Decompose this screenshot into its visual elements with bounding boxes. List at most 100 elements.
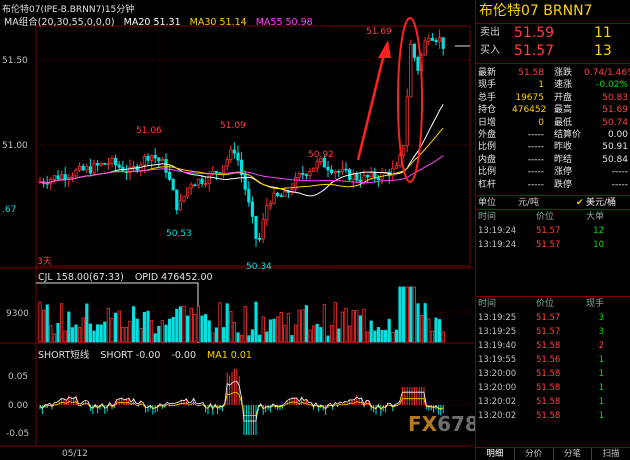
candle-body [175,189,179,211]
kline-chart[interactable]: 51.50 51.00 .67 51.69 51.06 51.09 50.92 50.53 50… [0,0,474,460]
volume-bar [286,312,291,343]
candle-body [60,174,64,180]
chart-area[interactable]: 51.50 51.00 .67 51.69 51.06 51.09 50.92 50.53 50… [0,0,546,460]
candle-body [333,170,337,174]
trade-time: 13:20:00 [478,368,517,379]
instrument-title: 布伦特07 BRNN7 [476,0,630,24]
stat-value: ----- [527,129,544,140]
trade-header-time: 时间 [478,298,497,309]
trade-row[interactable]: 13:20:00 51.58 1 [476,367,630,381]
price-annotation: 51.09 [220,121,246,131]
stat-row: 比例 ----- 涨停 ----- [476,166,630,178]
trade-row[interactable]: 13:19:25 51.57 3 [476,311,630,325]
volume-bar [139,327,143,343]
candle-body [225,159,229,167]
trade-row[interactable]: 13:19:25 51.57 3 [476,325,630,339]
stat-row: 外盘 ----- 结算价 0.00 [476,129,630,141]
trade-row[interactable]: 13:20:02 51.58 1 [476,395,630,409]
big-header-vol: 大单 [585,211,604,222]
volume-bar [394,329,399,343]
volume-bar [182,305,186,343]
tab-detail[interactable]: 明细 [476,448,515,460]
trade-volume: 1 [598,382,604,393]
unit-option-usd[interactable]: 美元/桶 [586,196,616,211]
candle-body [376,177,381,181]
unit-option-yuan[interactable]: 元/吨 [518,196,539,211]
volume-bar [142,312,146,343]
candle-body [63,174,67,180]
volume-bar [171,316,175,343]
volume-bar [189,307,193,343]
candle-body [326,166,330,171]
unit-bar: 单位 元/吨 ✔ 美元/桶 [476,194,630,211]
volume-axis-label: 9300 [6,309,29,319]
trade-volume: 3 [598,312,604,323]
trade-price: 51.58 [536,368,561,379]
short-value2: -0.00 [171,350,196,361]
trade-row[interactable]: 13:20:00 51.58 1 [476,381,630,395]
price-axis-label: 51.50 [2,56,28,66]
volume-bar [257,334,262,343]
volume-bar [203,314,208,343]
big-trades-header: 时间 价位 大单 [476,210,630,224]
stat-label: 内盘 [478,154,497,165]
candle-body [405,96,409,146]
volume-bar [250,329,254,343]
candle-body [117,164,121,168]
candle-body [142,155,146,166]
trade-row[interactable]: 13:19:40 51.58 2 [476,339,630,353]
candle-body [247,188,251,203]
candle-body [315,161,319,169]
ma30-legend: MA30 51.14 [189,17,247,28]
candle-body [437,37,442,42]
stat-label: 外盘 [478,129,497,140]
candle-body [394,165,399,169]
candle-body [182,195,186,202]
ask-row[interactable]: 卖出 51.59 11 [476,24,630,42]
candle-body [365,174,370,178]
volume-bar [247,335,251,343]
trade-time: 13:19:25 [478,312,517,323]
candle-body [275,192,280,197]
volume-bar [311,325,316,343]
candle-body [283,190,287,197]
volume-bar [149,320,154,343]
stat-label: 昨结 [554,154,573,165]
tab-ticks[interactable]: 分笔 [554,448,593,460]
trade-row[interactable]: 13:20:02 51.58 1 [476,409,630,423]
tab-price-dist[interactable]: 分价 [515,448,554,460]
stats-grid: 最新 51.58 涨跌 0.74/1.46% 现手 1 速涨 -0.02% 总手 19675 开盘 5… [476,67,630,191]
trade-row[interactable]: 13:19:55 51.56 1 [476,353,630,367]
trade-volume: 1 [598,396,604,407]
ask-qty: 11 [594,25,612,41]
quote-panel: 布伦特07 BRNN7 卖出 51.59 11 买入 51.57 13 最新 51… [475,0,630,460]
volume-bar [412,286,417,343]
stat-label: 最高 [554,105,573,116]
candle-body [56,175,60,180]
volume-bar [398,286,402,343]
volume-bar [293,324,298,343]
checkmark-icon: ✔ [576,197,584,208]
trade-row[interactable]: 13:19:24 51.57 10 [476,238,630,252]
unit-label: 单位 [478,197,497,208]
volume-bar [437,319,442,343]
stat-value: ----- [527,154,544,165]
volume-bar [128,320,132,343]
tab-scan[interactable]: 扫描 [592,448,630,460]
volume-bar [326,335,330,343]
trade-row[interactable]: 13:19:24 51.57 12 [476,224,630,238]
candle-body [308,170,312,176]
stat-label: 持仓 [478,105,497,116]
candle-body [196,178,200,186]
candle-body [96,163,100,166]
bid-row[interactable]: 买入 51.57 13 [476,42,630,60]
candle-body [254,215,258,239]
volume-bar [81,317,85,343]
volume-bar [60,303,64,343]
candle-body [164,158,168,173]
stat-value: ----- [527,142,544,153]
candle-body [203,183,208,186]
ask-price: 51.59 [514,25,555,41]
trade-volume: 1 [598,410,604,421]
big-trades-list: 13:19:24 51.57 12 13:19:24 51.57 10 [476,224,630,252]
